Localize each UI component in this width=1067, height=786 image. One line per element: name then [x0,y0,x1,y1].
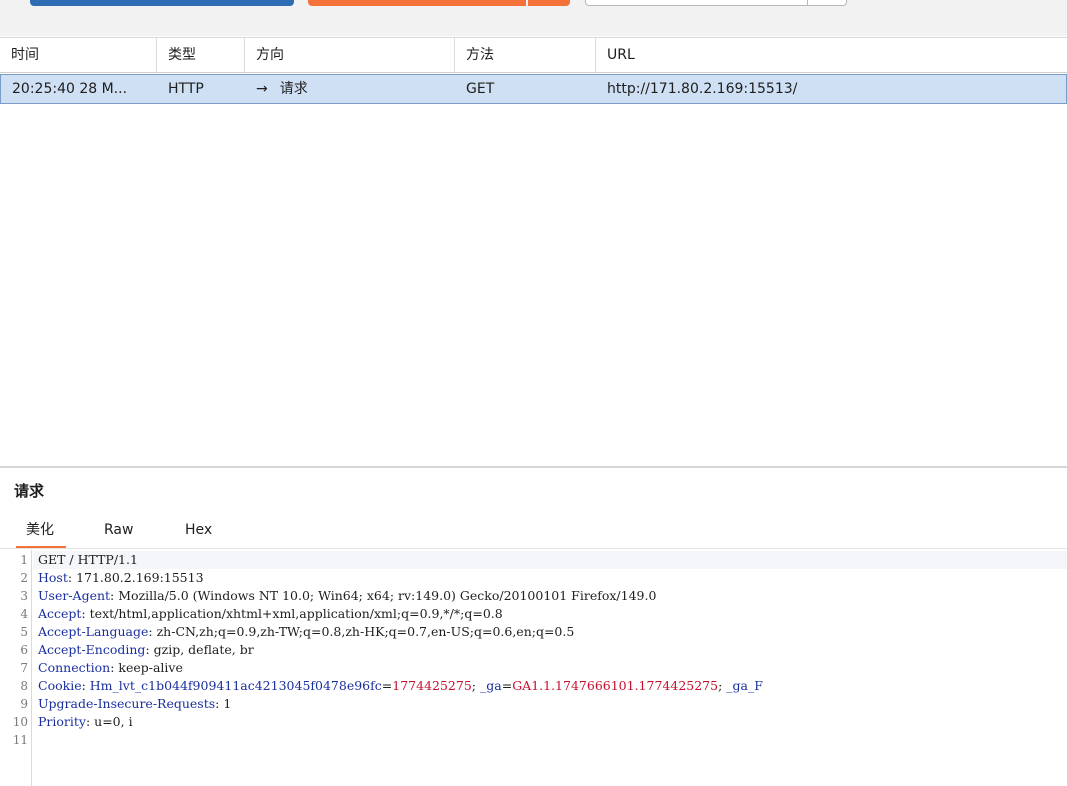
line-number: 8 [20,679,28,693]
table-row[interactable]: 20:25:40 28 M... HTTP → 请求 GET http://171… [0,74,1067,104]
header-name: Host [38,570,68,585]
table-body [0,104,1067,466]
header-value: u=0, i [90,714,133,729]
tab-pretty[interactable]: 美化 [16,517,66,548]
cookie-value: GA1.1.1747666101.1774425275 [512,678,719,693]
column-header-time[interactable]: 时间 [0,38,157,72]
toolbar [0,0,1067,36]
panel-splitter[interactable] [0,466,1067,468]
row-url: http://171.80.2.169:15513/ [607,81,798,97]
header-value: text/html,application/xhtml+xml,applicat… [85,606,503,621]
row-direction: → 请求 [245,75,455,103]
dropdown-separator [807,0,808,5]
current-line-highlight [33,551,1067,569]
table-header: 时间 类型 方向 方法 URL [0,37,1067,73]
row-type: HTTP [168,81,204,97]
line-number: 9 [20,697,28,711]
row-direction-label: 请求 [279,81,308,97]
header-value: zh-CN,zh;q=0.9,zh-TW;q=0.8,zh-HK;q=0.7,e… [152,624,575,639]
header-name: Upgrade-Insecure-Requests [38,696,216,711]
column-header-direction[interactable]: 方向 [245,38,455,72]
header-value: keep-alive [114,660,183,675]
line-number: 11 [12,733,28,747]
header-name: Priority [38,714,86,729]
editor-line: 8 Cookie: Hm_lvt_c1b044f909411ac4213045f… [0,677,1067,695]
header-name: User-Agent [38,588,111,603]
cookie-name: _ga [479,678,502,693]
header-value: 1 [219,696,232,711]
header-name: Cookie [38,678,82,693]
row-method: GET [466,81,495,97]
line-number: 7 [20,661,28,675]
line-number: 3 [20,589,28,603]
editor-line: 1 GET / HTTP/1.1 [0,551,1067,569]
request-editor[interactable]: 1 GET / HTTP/1.1 2 Host: 171.80.2.169:15… [0,550,1067,786]
arrow-right-icon: → [256,81,268,97]
header-name: Accept-Encoding [38,642,146,657]
header-name: Accept-Language [38,624,149,639]
header-value: Mozilla/5.0 (Windows NT 10.0; Win64; x64… [114,588,657,603]
line-number: 4 [20,607,28,621]
cookie-value: 1774425275 [392,678,472,693]
header-value: 171.80.2.169:15513 [72,570,204,585]
cookie-name: Hm_lvt_c1b044f909411ac4213045f0478e96fc [89,678,382,693]
line-number: 6 [20,643,28,657]
cookie-name: _ga_F [726,678,763,693]
request-line: GET / HTTP/1.1 [38,552,138,567]
column-header-type[interactable]: 类型 [157,38,245,72]
line-number: 1 [20,553,28,567]
view-tabs: 美化 Raw Hex [0,517,1067,549]
header-name: Connection [38,660,111,675]
tab-raw[interactable]: Raw [104,517,133,547]
tab-hex[interactable]: Hex [185,517,212,547]
header-name: Accept [38,606,82,621]
forward-button[interactable] [30,0,294,6]
header-value: gzip, deflate, br [149,642,254,657]
line-number: 2 [20,571,28,585]
line-number: 5 [20,625,28,639]
column-header-method[interactable]: 方法 [455,38,596,72]
panel-title: 请求 [14,482,45,500]
column-header-url[interactable]: URL [596,38,1067,72]
line-number: 10 [12,715,28,729]
intercept-dropdown-button[interactable] [528,0,570,6]
row-time: 20:25:40 28 M... [12,81,128,97]
intercept-toggle-button[interactable] [308,0,526,6]
